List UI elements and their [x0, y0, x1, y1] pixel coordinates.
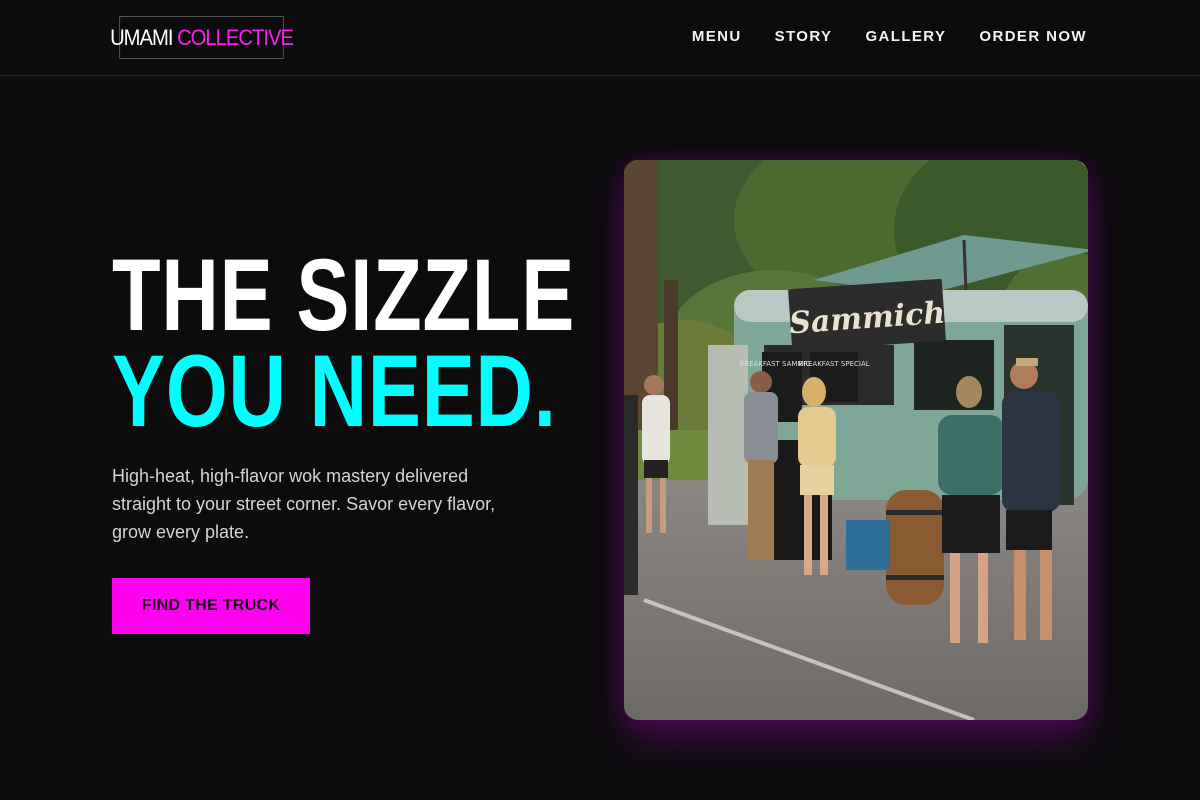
- brand-logo-word-2: COLLECTIVE: [177, 24, 294, 50]
- main-nav: MENU STORY GALLERY ORDER NOW: [659, 27, 1087, 47]
- food-truck-illustration: Sammich BREAKFAST SAMMICHES BREAKFAST SP…: [624, 160, 1088, 720]
- page: UMAMI COLLECTIVE MENU STORY GALLERY ORDER…: [0, 0, 1200, 800]
- chalkboard-text-2: BREAKFAST SPECIAL: [798, 360, 869, 368]
- brand-logo[interactable]: UMAMI COLLECTIVE: [110, 16, 294, 59]
- nav-item-order-now[interactable]: ORDER NOW: [979, 27, 1087, 47]
- hero-headline: THE SIZZLE YOU NEED.: [112, 238, 706, 448]
- nav-item-menu[interactable]: MENU: [692, 27, 742, 47]
- nav-item-story[interactable]: STORY: [775, 27, 833, 47]
- hero-photo-food-truck: Sammich BREAKFAST SAMMICHES BREAKFAST SP…: [624, 160, 1088, 720]
- site-header: UMAMI COLLECTIVE MENU STORY GALLERY ORDER…: [0, 0, 1200, 76]
- hero-headline-line-1: THE SIZZLE: [112, 238, 576, 352]
- hero-subtext: High-heat, high-flavor wok mastery deliv…: [112, 466, 496, 542]
- hero-headline-line-2: YOU NEED.: [112, 333, 557, 448]
- find-the-truck-button[interactable]: FIND THE TRUCK: [112, 578, 310, 634]
- nav-item-gallery[interactable]: GALLERY: [865, 27, 946, 47]
- brand-logo-word-1: UMAMI: [110, 24, 173, 50]
